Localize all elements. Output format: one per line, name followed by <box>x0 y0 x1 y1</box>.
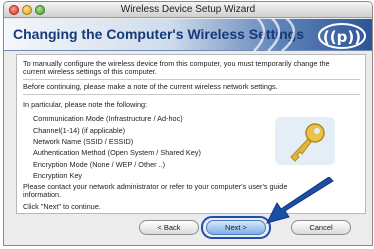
wizard-window: Wireless Device Setup Wizard Changing th… <box>3 1 373 246</box>
continue-text: Click "Next" to continue. <box>23 202 101 211</box>
back-button[interactable]: < Back <box>139 220 199 235</box>
pointer-arrow-icon <box>266 177 334 224</box>
title-bar: Wireless Device Setup Wizard <box>4 2 372 18</box>
intro-text-line2: current wireless settings of this comput… <box>23 67 157 76</box>
contact-text-line2: information. <box>23 190 62 199</box>
svg-text:((p)): ((p)) <box>323 28 361 46</box>
divider <box>23 79 360 80</box>
setting-item: Channel(1-14) (if applicable) <box>33 126 126 135</box>
next-button[interactable]: Next > <box>206 220 266 235</box>
divider <box>23 94 360 95</box>
setting-item: Authentication Method (Open System / Sha… <box>33 148 201 157</box>
contact-text-line1: Please contact your network administrato… <box>23 182 288 191</box>
wireless-waves-icon: ((p)) <box>253 19 366 51</box>
header-banner: Changing the Computer's Wireless Setting… <box>4 19 372 51</box>
window-title: Wireless Device Setup Wizard <box>120 4 256 15</box>
note-text: Before continuing, please make a note of… <box>23 82 278 91</box>
key-icon <box>275 117 335 165</box>
setting-item: Communication Mode (Infrastructure / Ad-… <box>33 114 183 123</box>
setting-item: Encryption Key <box>33 171 83 180</box>
particular-heading: In particular, please note the following… <box>23 100 148 109</box>
setting-item: Encryption Mode (None / WEP / Other ..) <box>33 160 166 169</box>
setting-item: Network Name (SSID / ESSID) <box>33 137 134 146</box>
